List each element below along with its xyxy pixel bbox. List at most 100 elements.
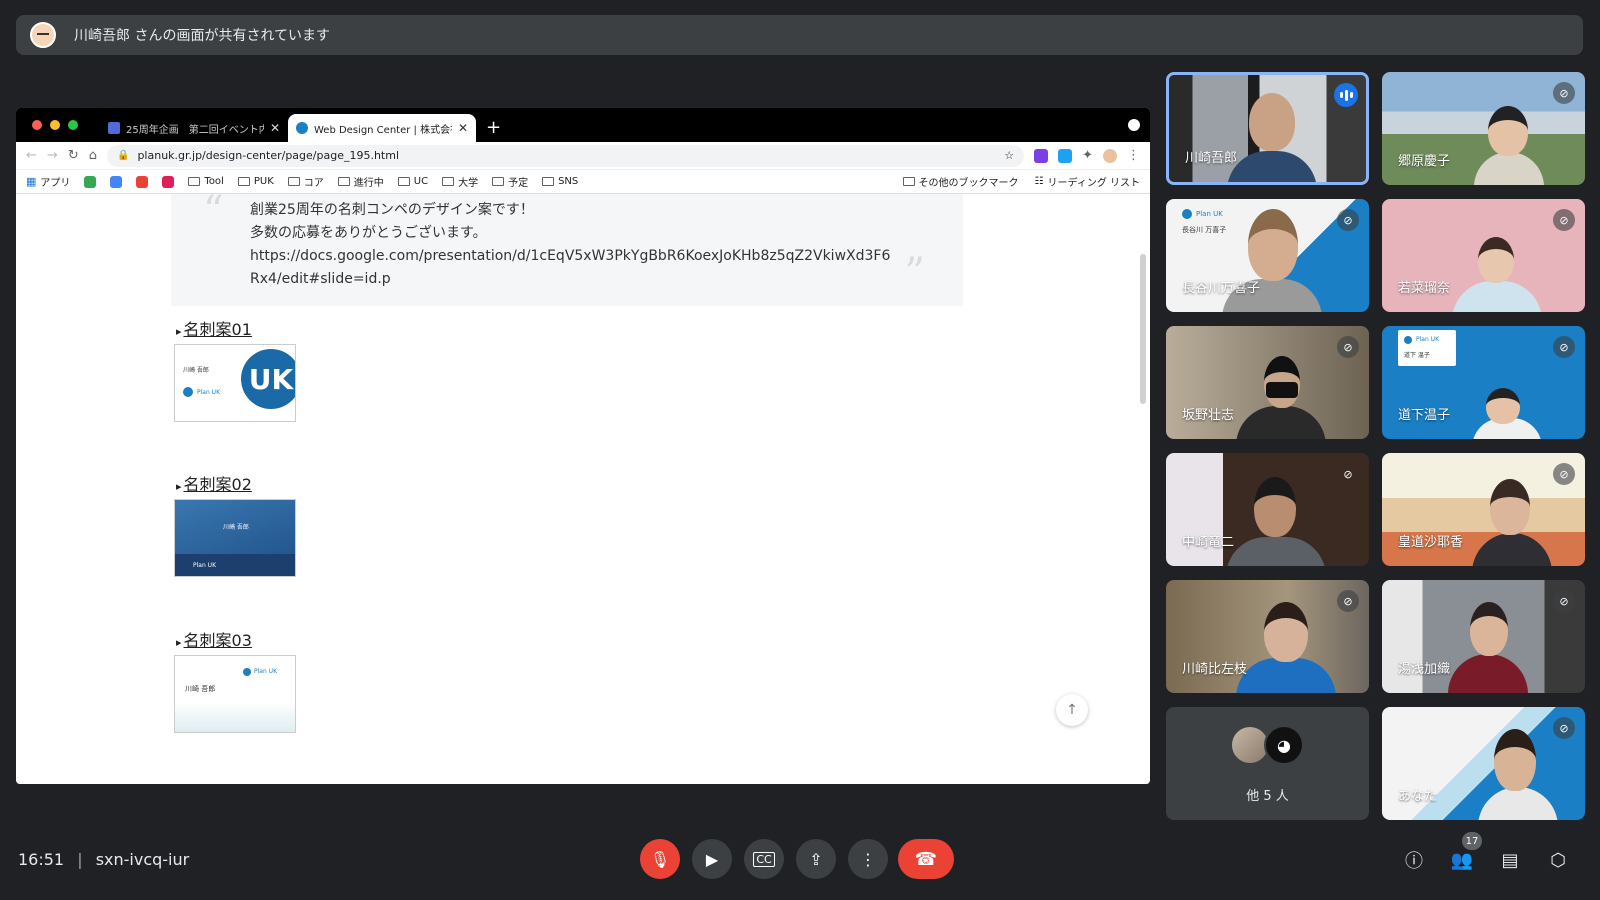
muted-mic-icon: ⊘ [1337,590,1359,612]
forward-icon[interactable]: → [47,148,58,163]
back-icon[interactable]: ← [26,148,37,163]
chat-button[interactable]: ▤ [1498,848,1522,872]
others-avatar: ◕ [1264,725,1304,765]
participant-tile[interactable]: ⊘ あなた [1382,707,1585,820]
more-vert-icon: ⋮ [860,849,876,869]
mute-microphone-button[interactable]: 🎙 [640,839,680,879]
gmail-icon[interactable] [136,175,149,188]
slides-icon [108,122,120,134]
page-scrollbar[interactable] [1140,254,1146,404]
bookmark-folder[interactable]: Tool [188,176,224,187]
slack-icon[interactable] [162,175,175,188]
present-icon: ⇪ [809,849,823,869]
quote-link[interactable]: https://docs.google.com/presentation/d/1… [250,245,890,268]
participant-tile[interactable]: ⊘ 皇道沙耶香 [1382,453,1585,566]
participant-tile[interactable]: ⊘ 湯浅加織 [1382,580,1585,693]
participant-tile[interactable]: ⊘ 郷原慶子 [1382,72,1585,185]
business-card-02[interactable]: 川崎 吾郎 Plan UK [174,499,296,577]
tab-label: 25周年企画 第二回イベント内容 [126,124,264,136]
twitter-extension-icon[interactable] [1058,148,1073,163]
more-options-button[interactable]: ⋮ [848,839,888,879]
bookmark-folder[interactable]: 予定 [492,174,528,189]
business-card-01[interactable]: 川崎 吾郎 Plan UK UK [174,344,296,422]
folder-icon [337,177,350,186]
meeting-time: 16:51 [18,850,65,869]
section-title-1[interactable]: 名刺案01 [176,316,252,340]
puzzle-icon[interactable]: ✦ [1082,148,1093,163]
participant-tile[interactable]: ⊘ 坂野壮志 [1166,326,1369,439]
plan-uk-logo-icon [1182,209,1192,219]
window-controls[interactable] [32,120,78,130]
folder-icon [188,177,201,186]
camera-button[interactable]: ▶ [692,839,732,879]
bookmark-label: リーディング リスト [1047,178,1140,189]
participant-tile[interactable]: ⊘ 若菜瑠奈 [1382,199,1585,312]
activities-button[interactable]: ⬡ [1546,848,1570,872]
leave-call-button[interactable]: ☎ [898,839,954,879]
others-tile[interactable]: ◕ 他 5 人 [1166,707,1369,820]
quote-line: 創業25周年の名刺コンペのデザイン案です！ [250,202,534,218]
bookmark-apps[interactable]: ▦ アプリ [26,174,70,189]
extension-icon[interactable] [1034,148,1049,163]
browser-menu-icon[interactable]: ⋮ [1127,148,1140,163]
muted-mic-icon: ⊘ [1343,467,1353,481]
muted-mic-icon: ⊘ [1553,463,1575,485]
bookmark-folder[interactable]: SNS [542,176,578,187]
browser-tab-slides[interactable]: 25周年企画 第二回イベント内容 ✕ [100,114,288,142]
captions-button[interactable]: CC [744,839,784,879]
bookmark-star-icon[interactable]: ☆ [1004,149,1014,162]
bookmark-folder[interactable]: コア [287,174,324,189]
tab-search-icon[interactable] [1128,119,1140,131]
bookmark-folder[interactable]: PUK [237,176,274,187]
new-tab-icon[interactable]: + [486,117,501,138]
bookmark-label: 大学 [458,178,479,189]
reading-list[interactable]: ☷ リーディング リスト [1035,174,1140,189]
drive-icon[interactable] [84,175,97,188]
folder-icon [442,177,455,186]
quote-line: 多数の応募をありがとうございます。 [250,225,487,241]
section-title-3[interactable]: 名刺案03 [176,627,252,651]
card-logo-icon [183,387,193,397]
bookmark-folder[interactable]: 大学 [442,174,478,189]
browser-tab-web-design-center[interactable]: Web Design Center | 株式会社... ✕ [288,114,476,142]
folder-icon [397,177,410,186]
info-icon: ⓘ [1405,851,1423,872]
bookmark-folder[interactable]: UC [397,176,429,187]
close-window-icon[interactable] [32,120,42,130]
meeting-details-button[interactable]: ⓘ [1402,848,1426,872]
participant-tile[interactable]: ⊘ 川崎比左枝 [1166,580,1369,693]
browser-tab-bar: 25周年企画 第二回イベント内容 ✕ Web Design Center | 株… [16,108,1150,142]
calendar-icon[interactable] [110,175,123,188]
participant-tile[interactable]: Plan UK 道下 温子 ⊘ 道下温子 [1382,326,1585,439]
bookmark-label: SNS [558,176,579,187]
participant-tile[interactable]: ⊘ 中崎竜二 [1166,453,1369,566]
bookmark-label: UC [413,176,429,187]
reload-icon[interactable]: ↻ [68,148,79,163]
participant-name: 川崎比左枝 [1182,662,1248,677]
camera-icon: ▶ [705,849,719,869]
present-screen-button[interactable]: ⇪ [796,839,836,879]
participant-tile[interactable]: Plan UK 長谷川 万喜子 ⊘ 長谷川万喜子 [1166,199,1369,312]
bookmark-label: PUK [253,176,274,187]
muted-mic-icon: ⊘ [1553,82,1575,104]
close-tab-icon[interactable]: ✕ [270,121,280,135]
section-title-2[interactable]: 名刺案02 [176,471,252,495]
people-button[interactable]: 👥 [1450,848,1474,872]
participant-name: 湯浅加織 [1398,662,1451,677]
business-card-03[interactable]: Plan UK 川崎 吾郎 [174,655,296,733]
url-field[interactable]: 🔒 planuk.gr.jp/design-center/page/page_1… [106,144,1025,167]
minimize-window-icon[interactable] [50,120,60,130]
home-icon[interactable]: ⌂ [89,148,97,163]
url-text: planuk.gr.jp/design-center/page/page_195… [137,149,400,162]
folder-icon [902,177,915,186]
scroll-to-top-button[interactable]: ↑ [1056,694,1088,726]
bookmark-folder[interactable]: 進行中 [337,174,384,189]
maximize-window-icon[interactable] [68,120,78,130]
quote-link-cont[interactable]: Rx4/edit#slide=id.p [250,268,890,291]
other-bookmarks[interactable]: その他のブックマーク [902,174,1019,189]
close-tab-icon[interactable]: ✕ [458,121,468,135]
participant-name: 長谷川万喜子 [1182,281,1261,296]
bookmarks-bar: ▦ アプリ Tool PUK コア 進行中 UC 大学 予定 SNS その他のブッ… [16,170,1150,194]
participant-tile[interactable]: 川崎吾郎 [1166,72,1369,185]
profile-avatar-icon[interactable] [1103,148,1117,163]
